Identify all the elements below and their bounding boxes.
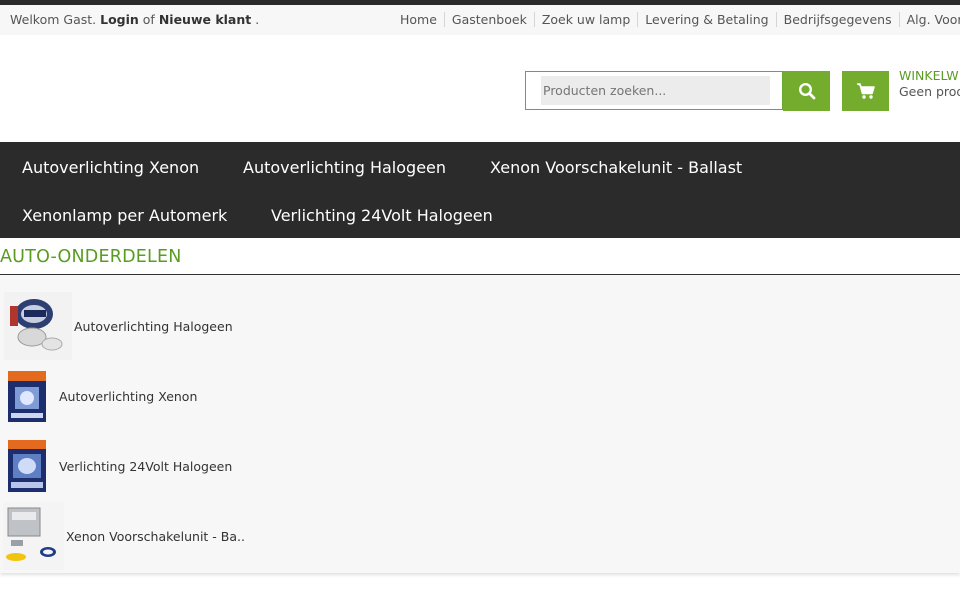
nav-item-xenon[interactable]: Autoverlichting Xenon <box>22 158 199 177</box>
login-link[interactable]: Login <box>100 12 139 27</box>
top-links: Home Gastenboek Zoek uw lamp Levering & Bet… <box>393 12 960 27</box>
category-link-ballast[interactable]: Xenon Voorschakelunit - Ba.. <box>66 529 245 544</box>
new-customer-link[interactable]: Nieuwe klant <box>159 12 251 27</box>
section-title: AUTO-ONDERDELEN <box>0 247 182 267</box>
nav-item-24volt[interactable]: Verlichting 24Volt Halogeen <box>271 206 493 225</box>
category-link-24volt[interactable]: Verlichting 24Volt Halogeen <box>59 459 232 474</box>
cart-status: Geen prod <box>899 84 960 99</box>
toplink-home[interactable]: Home <box>393 12 444 27</box>
cart-button[interactable] <box>842 71 889 111</box>
24volt-box-thumbnail[interactable] <box>5 438 49 494</box>
category-link-xenon[interactable]: Autoverlichting Xenon <box>59 389 197 404</box>
toplink-find-lamp[interactable]: Zoek uw lamp <box>533 12 638 27</box>
category-list: Autoverlichting Halogeen Autoverlichting… <box>0 275 960 573</box>
xenon-box-thumbnail[interactable] <box>5 369 49 424</box>
toplink-guestbook[interactable]: Gastenboek <box>443 12 534 27</box>
toplink-delivery-payment[interactable]: Levering & Betaling <box>637 12 776 27</box>
search-input[interactable] <box>541 76 770 105</box>
welcome-dot: . <box>255 12 260 27</box>
toplink-terms[interactable]: Alg. Voorwa <box>898 12 960 27</box>
cart-title[interactable]: WINKELW <box>899 68 959 83</box>
toplink-company-info[interactable]: Bedrijfsgegevens <box>775 12 899 27</box>
nav-item-ballast[interactable]: Xenon Voorschakelunit - Ballast <box>490 158 742 177</box>
halogen-bulb-thumbnail[interactable] <box>4 292 72 360</box>
cart-icon <box>856 83 875 99</box>
welcome-label: Welkom Gast. <box>10 12 97 27</box>
nav-item-halogeen[interactable]: Autoverlichting Halogeen <box>243 158 446 177</box>
ballast-thumbnail[interactable] <box>3 502 64 570</box>
welcome-text: Welkom Gast. Login of Nieuwe klant . <box>10 12 259 27</box>
top-bar: Welkom Gast. Login of Nieuwe klant . Hom… <box>0 5 960 35</box>
main-navigation: Autoverlichting Xenon Autoverlichting Ha… <box>0 142 960 238</box>
of-label: of <box>142 12 155 27</box>
category-link-halogeen[interactable]: Autoverlichting Halogeen <box>74 319 233 334</box>
search-box <box>525 71 783 110</box>
search-icon <box>798 82 815 100</box>
search-button[interactable] <box>783 71 830 111</box>
nav-item-per-automerk[interactable]: Xenonlamp per Automerk <box>22 206 227 225</box>
